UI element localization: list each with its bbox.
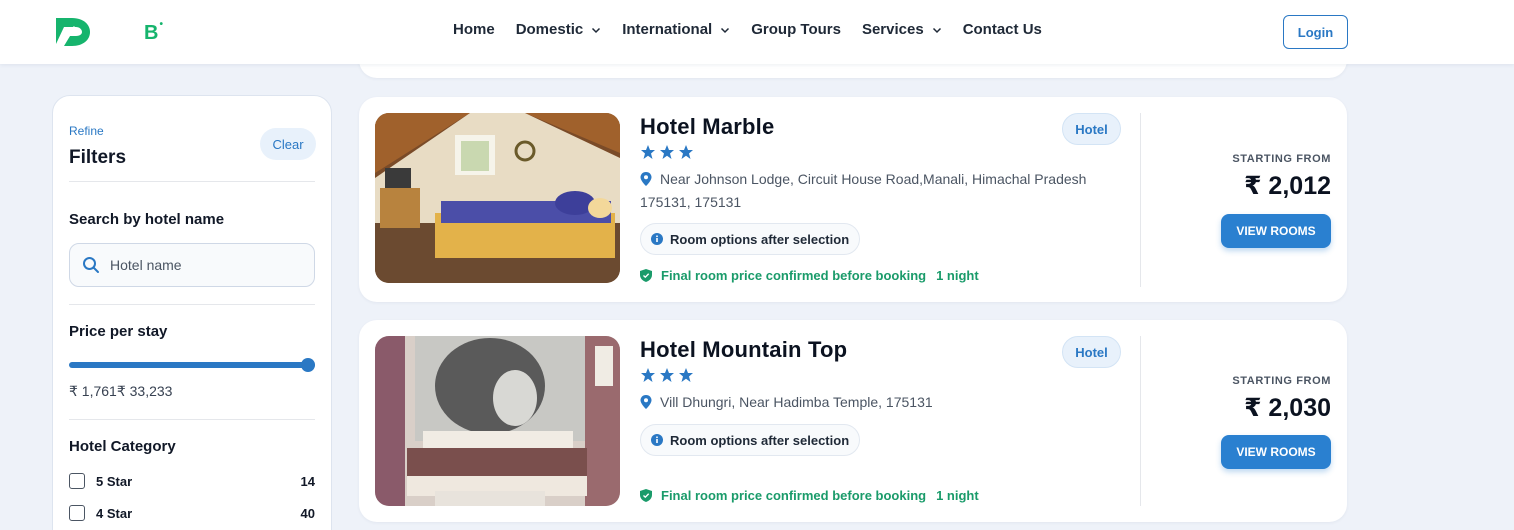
- nav-group-tours[interactable]: Group Tours: [751, 21, 841, 38]
- category-option-4-star[interactable]: 4 Star 40: [69, 504, 315, 522]
- checkbox[interactable]: [69, 505, 85, 521]
- info-icon: [651, 233, 663, 245]
- category-option-5-star[interactable]: 5 Star 14: [69, 472, 315, 490]
- starting-from-label: STARTING FROM: [1232, 153, 1331, 165]
- filters-title: Filters: [69, 147, 127, 168]
- property-type-badge: Hotel: [1062, 113, 1121, 145]
- hotel-address: Near Johnson Lodge, Circuit House Road,M…: [640, 168, 1130, 214]
- location-pin-icon: [640, 395, 652, 409]
- brand-letter: B: [144, 22, 159, 44]
- address-line-2: 175131, 175131: [640, 194, 742, 210]
- nav-home-label: Home: [453, 21, 495, 38]
- divider: [1140, 336, 1141, 506]
- hotel-card: Hotel Mountain Top Hotel Vill Dhungri, N…: [359, 320, 1347, 522]
- hotel-card: Hotel Marble Hotel Near Johnson Lodge, C…: [359, 97, 1347, 302]
- info-icon: [651, 434, 663, 446]
- divider: [69, 304, 315, 305]
- room-options-text: Room options after selection: [670, 432, 850, 448]
- star-icon: [660, 145, 674, 159]
- hotel-address: Vill Dhungri, Near Hadimba Temple, 17513…: [640, 391, 1130, 414]
- hotel-price: ₹ 2,012: [1244, 172, 1331, 200]
- filters-panel: Refine Filters Clear Search by hotel nam…: [52, 95, 332, 530]
- hotel-search-box[interactable]: [69, 243, 315, 287]
- nav-services-label: Services: [861, 21, 924, 38]
- nav-group-tours-label: Group Tours: [751, 21, 841, 38]
- search-icon: [83, 257, 99, 273]
- checkbox[interactable]: [69, 473, 85, 489]
- brand-dot: •: [159, 19, 163, 31]
- confirm-text: Final room price confirmed before bookin…: [661, 268, 927, 283]
- price-slider-handle[interactable]: [301, 358, 315, 372]
- property-type-badge: Hotel: [1062, 336, 1121, 368]
- nav-home[interactable]: Home: [453, 21, 495, 38]
- nav-contact-us[interactable]: Contact Us: [963, 21, 1042, 38]
- hotel-name[interactable]: Hotel Mountain Top: [640, 337, 847, 363]
- clear-filters-button[interactable]: Clear: [260, 128, 316, 160]
- price-section-title: Price per stay: [69, 323, 168, 340]
- search-section-title: Search by hotel name: [69, 211, 225, 228]
- category-count: 40: [300, 505, 315, 521]
- price-slider-track[interactable]: [69, 362, 315, 368]
- address-line-1: Near Johnson Lodge, Circuit House Road,M…: [660, 171, 1087, 187]
- hotel-name-input[interactable]: [110, 257, 300, 273]
- divider: [1140, 113, 1141, 287]
- category-label: 5 Star: [96, 473, 133, 489]
- main-nav: Home Domestic International Group Tours …: [453, 21, 1063, 38]
- hotel-name[interactable]: Hotel Marble: [640, 114, 774, 140]
- hotel-price: ₹ 2,030: [1244, 394, 1331, 422]
- starting-from-label: STARTING FROM: [1232, 375, 1331, 387]
- nights-text: 1 night: [936, 488, 979, 503]
- nav-international[interactable]: International: [622, 21, 730, 38]
- view-rooms-button[interactable]: VIEW ROOMS: [1221, 435, 1331, 469]
- top-header: B• Home Domestic International Group Tou…: [0, 0, 1514, 64]
- confirm-text: Final room price confirmed before bookin…: [661, 488, 927, 503]
- price-range-text: ₹ 1,761₹ 33,233: [69, 383, 173, 399]
- room-options-pill: Room options after selection: [640, 424, 861, 456]
- location-pin-icon: [640, 172, 652, 186]
- chevron-down-icon: [721, 27, 730, 33]
- star-icon: [679, 145, 693, 159]
- nav-domestic-label: Domestic: [515, 21, 584, 38]
- brand-logo-icon[interactable]: [52, 14, 92, 50]
- nav-services[interactable]: Services: [862, 21, 942, 38]
- refine-label: Refine: [69, 124, 104, 138]
- address-line-1: Vill Dhungri, Near Hadimba Temple, 17513…: [660, 394, 933, 410]
- price-confirmation-note: Final room price confirmed before bookin…: [640, 268, 979, 283]
- hotel-photo[interactable]: [375, 336, 620, 506]
- star-icon: [641, 145, 655, 159]
- chevron-down-icon: [932, 27, 941, 33]
- star-rating: [640, 144, 694, 160]
- hotel-photo[interactable]: [375, 113, 620, 283]
- room-options-pill: Room options after selection: [640, 223, 861, 255]
- star-icon: [679, 368, 693, 382]
- nav-international-label: International: [622, 21, 713, 38]
- brand-wordmark[interactable]: B•: [144, 19, 163, 45]
- price-confirmation-note: Final room price confirmed before bookin…: [640, 488, 979, 503]
- star-icon: [660, 368, 674, 382]
- divider: [69, 419, 315, 420]
- shield-check-icon: [640, 269, 652, 282]
- shield-check-icon: [640, 489, 652, 502]
- login-button[interactable]: Login: [1283, 15, 1348, 49]
- nav-contact-us-label: Contact Us: [962, 21, 1042, 38]
- star-rating: [640, 367, 694, 383]
- divider: [69, 181, 315, 182]
- nav-domestic[interactable]: Domestic: [516, 21, 602, 38]
- chevron-down-icon: [592, 27, 601, 33]
- category-section-title: Hotel Category: [69, 438, 176, 455]
- category-label: 4 Star: [96, 505, 133, 521]
- category-count: 14: [300, 473, 315, 489]
- room-options-text: Room options after selection: [670, 231, 850, 247]
- nights-text: 1 night: [936, 268, 979, 283]
- view-rooms-button[interactable]: VIEW ROOMS: [1221, 214, 1331, 248]
- star-icon: [641, 368, 655, 382]
